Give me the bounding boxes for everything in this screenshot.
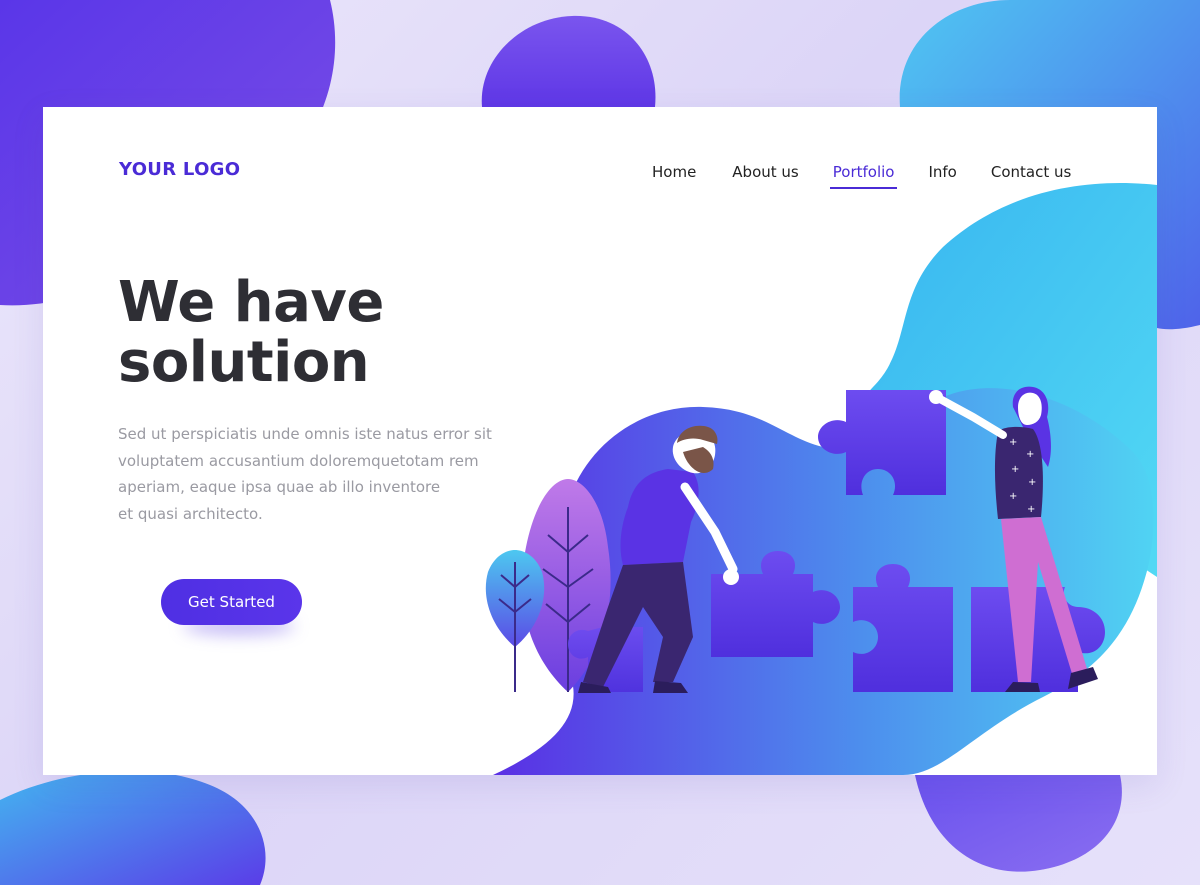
plant-blue <box>485 550 545 692</box>
svg-text:+: + <box>1028 477 1036 488</box>
blob-bottom-right <box>915 775 1122 872</box>
blob-bottom-left <box>0 770 266 885</box>
logo[interactable]: YOUR LOGO <box>119 159 240 180</box>
main-nav: Home About us Portfolio Info Contact us <box>652 163 1071 189</box>
hero-description: Sed ut perspiciatis unde omnis iste natu… <box>118 421 538 527</box>
svg-text:+: + <box>1027 504 1035 515</box>
get-started-button[interactable]: Get Started <box>161 579 302 625</box>
nav-info[interactable]: Info <box>928 163 956 181</box>
svg-text:+: + <box>1026 449 1034 460</box>
svg-text:+: + <box>1011 464 1019 475</box>
nav-portfolio[interactable]: Portfolio <box>829 163 898 189</box>
hero-headline: We have solution <box>118 273 538 393</box>
svg-text:+: + <box>1009 437 1017 448</box>
nav-home[interactable]: Home <box>652 163 696 181</box>
nav-contact-us[interactable]: Contact us <box>991 163 1071 181</box>
description-line-2: voluptatem accusantium doloremquetotam r… <box>118 451 479 470</box>
description-line-1: Sed ut perspiciatis unde omnis iste natu… <box>118 425 492 443</box>
nav-about-us[interactable]: About us <box>732 163 798 181</box>
headline-line-1: We have <box>118 270 384 335</box>
description-line-3: aperiam, eaque ipsa quae ab illo invento… <box>118 478 441 496</box>
headline-line-2: solution <box>118 330 370 395</box>
svg-text:+: + <box>1009 491 1017 502</box>
description-line-4: et quasi architecto. <box>118 504 263 523</box>
blob-top-center <box>481 15 656 107</box>
landing-page-card: + + + + + + YOUR LOGO Home About us Port… <box>43 107 1157 775</box>
